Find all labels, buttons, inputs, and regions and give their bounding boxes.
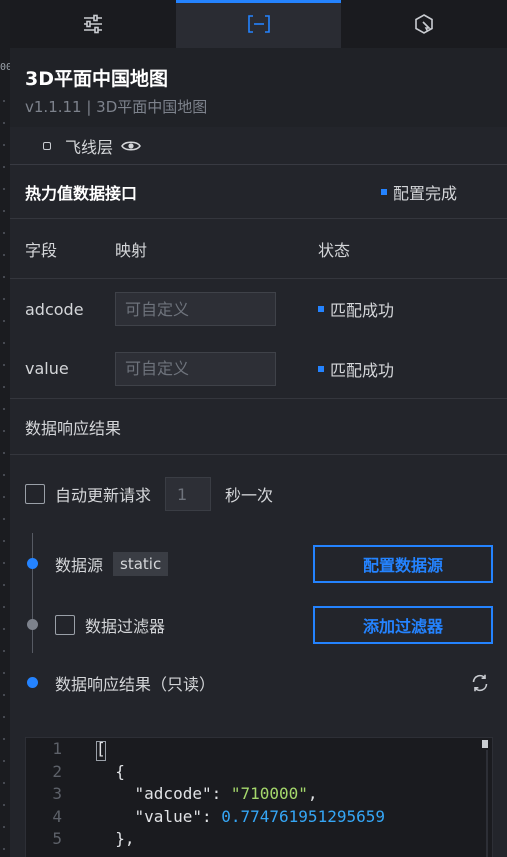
adcode-mapping-input[interactable] — [115, 292, 276, 326]
add-filter-button[interactable]: 添加过滤器 — [313, 605, 493, 644]
data-pipeline: 数据源 static 配置数据源 数据过滤器 添加过滤器 数据响应结果（只读） — [10, 533, 507, 710]
line-number: 5 — [52, 829, 62, 848]
interval-input[interactable] — [165, 477, 212, 511]
ruler-dots — [3, 90, 5, 850]
heat-interface-title: 热力值数据接口 — [25, 183, 138, 203]
component-version: v1.1.11 | 3D平面中国地图 — [25, 98, 208, 116]
json-comma: , — [307, 784, 318, 803]
result-label: 数据响应结果（只读） — [55, 674, 216, 694]
auto-update-checkbox[interactable] — [25, 484, 45, 504]
status-dot-icon — [318, 365, 324, 372]
code-line: { — [96, 761, 125, 781]
refresh-icon[interactable] — [470, 673, 490, 693]
config-status: 配置完成 — [380, 180, 457, 204]
eye-icon[interactable] — [121, 139, 141, 153]
code-line: "value": 0.774761951295659 — [134, 806, 385, 826]
json-number-value: 0.774761951295659 — [221, 806, 385, 826]
mapping-cell — [115, 292, 318, 326]
match-status: 匹配成功 — [318, 357, 394, 381]
match-status: 匹配成功 — [318, 297, 394, 321]
line-number: 3 — [52, 784, 62, 803]
line-number: 2 — [52, 761, 62, 781]
component-title: 3D平面中国地图 — [25, 68, 168, 90]
sliders-icon — [83, 14, 102, 34]
tab-data[interactable] — [175, 0, 342, 48]
code-line: [ — [96, 739, 106, 758]
code-line: }, — [96, 829, 135, 848]
response-title: 数据响应结果 — [25, 418, 122, 438]
line-number: 1 — [52, 739, 62, 758]
scrollbar-track[interactable] — [486, 750, 488, 857]
interval-suffix: 秒一次 — [225, 486, 274, 505]
field-name: adcode — [25, 299, 84, 319]
table-row: value 匹配成功 — [10, 339, 507, 399]
code-line: "adcode": "710000", — [134, 784, 318, 803]
source-label: 数据源 — [55, 555, 104, 575]
source-label-wrap: 数据源 static — [55, 551, 169, 576]
auto-update-row: 自动更新请求 秒一次 — [10, 455, 507, 533]
tab-settings[interactable] — [10, 0, 176, 48]
tab-interaction[interactable] — [341, 0, 507, 48]
column-status: 状态 — [318, 240, 351, 260]
step-dot-icon — [27, 558, 38, 569]
filter-label: 数据过滤器 — [85, 616, 166, 636]
config-panel: 3D平面中国地图 v1.1.11 | 3D平面中国地图 飞线层 热力值数据接口 … — [10, 0, 507, 857]
json-key: "value" — [134, 806, 202, 826]
pipeline-step-result: 数据响应结果（只读） — [25, 655, 507, 710]
pipeline-step-source: 数据源 static 配置数据源 — [25, 533, 507, 594]
value-mapping-input[interactable] — [115, 351, 276, 386]
step-dot-icon — [27, 677, 38, 688]
json-string-value: "710000" — [230, 784, 308, 803]
match-status-label: 匹配成功 — [330, 301, 395, 320]
layer-label: 飞线层 — [65, 137, 114, 157]
layer-item-flyline[interactable]: 飞线层 — [10, 127, 507, 165]
response-section-header: 数据响应结果 — [10, 399, 507, 455]
layer-square-icon — [43, 141, 51, 150]
mapping-cell — [115, 351, 318, 386]
filter-checkbox[interactable] — [55, 614, 75, 635]
panel-tabs — [10, 0, 507, 48]
config-status-label: 配置完成 — [392, 183, 457, 203]
filter-label-wrap: 数据过滤器 — [55, 613, 165, 637]
column-mapping: 映射 — [115, 240, 148, 260]
field-name: value — [25, 359, 69, 378]
match-status-label: 匹配成功 — [330, 360, 395, 380]
field-table-header: 字段 映射 状态 — [10, 219, 507, 279]
canvas-ruler-strip: 00 — [0, 0, 12, 857]
configure-source-button[interactable]: 配置数据源 — [313, 544, 493, 583]
data-bracket-icon — [247, 15, 270, 33]
status-dot-icon — [380, 188, 387, 195]
line-number: 4 — [52, 806, 62, 826]
response-code-editor[interactable]: 1 2 3 4 5 [ { "adcode": "710000", "value… — [25, 737, 493, 857]
pipeline-step-filter: 数据过滤器 添加过滤器 — [25, 594, 507, 655]
status-dot-icon — [318, 306, 324, 312]
json-key: "adcode" — [134, 784, 212, 803]
line-number-gutter: 1 2 3 4 5 — [26, 738, 86, 857]
heat-interface-header: 热力值数据接口 配置完成 — [10, 165, 507, 219]
auto-update-label: 自动更新请求 — [55, 486, 152, 505]
interaction-icon — [415, 14, 433, 34]
table-row: adcode 匹配成功 — [10, 279, 507, 339]
source-type-badge: static — [113, 551, 169, 576]
scrollbar-thumb[interactable] — [482, 740, 488, 748]
code-lines: [ { "adcode": "710000", "value": 0.77476… — [96, 738, 385, 851]
column-field: 字段 — [25, 240, 58, 260]
step-dot-icon — [27, 619, 38, 630]
